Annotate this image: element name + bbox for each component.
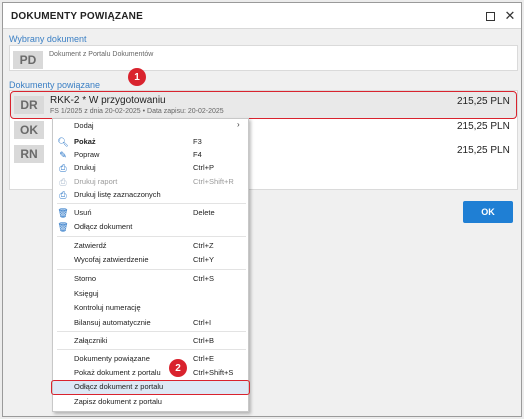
callout-badge: 2 <box>169 359 187 377</box>
maximize-icon <box>485 11 495 21</box>
menu-item[interactable]: Zatwierdź Ctrl+Z <box>53 240 248 253</box>
document-type-badge[interactable]: OK <box>14 121 44 139</box>
menu-item-shortcut: Ctrl+Z <box>193 241 214 250</box>
menu-item[interactable]: 🔍︎ Pokaż F3 <box>53 136 248 149</box>
document-type-badge: DR <box>14 96 44 114</box>
menu-item-label: Usuń <box>74 208 92 217</box>
search-icon: 🔍︎ <box>57 136 69 147</box>
selected-document-panel[interactable]: PD Dokument z Portalu Dokumentów <box>9 45 518 71</box>
selected-document-label: Wybrany dokument <box>9 34 87 44</box>
menu-item-shortcut: Ctrl+Shift+S <box>193 368 234 377</box>
menu-item[interactable]: Zapisz dokument z portalu <box>53 396 248 409</box>
menu-item-shortcut: Ctrl+B <box>193 336 215 345</box>
menu-item[interactable]: ⎙ Drukuj Ctrl+P <box>53 162 248 175</box>
menu-item-shortcut: F3 <box>193 137 202 146</box>
menu-item-label: Księguj <box>74 289 99 298</box>
menu-item-shortcut: F4 <box>193 150 202 159</box>
highlight-frame <box>51 380 250 395</box>
menu-item[interactable]: Dokumenty powiązane Ctrl+E <box>53 353 248 366</box>
menu-item-shortcut: Ctrl+E <box>193 354 215 363</box>
close-icon: ✕ <box>504 8 516 23</box>
menu-item[interactable]: Księguj <box>53 288 248 301</box>
close-button[interactable]: ✕ <box>502 8 518 24</box>
menu-item[interactable]: Pokaż dokument z portalu Ctrl+Shift+S <box>53 367 248 380</box>
menu-item: ⎙ Drukuj raport Ctrl+Shift+R <box>53 176 248 189</box>
menu-item-label: Załączniki <box>74 336 108 345</box>
selected-document-text: Dokument z Portalu Dokumentów <box>49 51 154 58</box>
menu-separator <box>57 203 246 204</box>
menu-item-label: Drukuj listę zaznaczonych <box>74 190 161 199</box>
menu-item[interactable]: ⎙ Drukuj listę zaznaczonych <box>53 189 248 202</box>
menu-separator <box>57 331 246 332</box>
document-amount: 215,25 PLN <box>457 145 510 156</box>
menu-item-label: Drukuj raport <box>74 177 118 186</box>
printer-icon: ⎙ <box>59 162 67 173</box>
maximize-button[interactable] <box>482 8 498 24</box>
menu-separator <box>57 236 246 237</box>
menu-item[interactable]: 🗑︎ Odłącz dokument <box>53 221 248 234</box>
menu-item[interactable]: Kontroluj numerację <box>53 302 248 315</box>
menu-item[interactable]: Storno Ctrl+S <box>53 273 248 286</box>
menu-item-shortcut: Ctrl+P <box>193 163 215 172</box>
menu-item[interactable]: Dodaj › <box>53 120 248 133</box>
menu-item-label: Zatwierdź <box>74 241 107 250</box>
menu-item-label: Pokaż dokument z portalu <box>74 368 161 377</box>
menu-item[interactable]: Załączniki Ctrl+B <box>53 335 248 348</box>
trash-icon: 🗑︎ <box>57 207 69 218</box>
ok-button[interactable]: OK <box>463 201 513 223</box>
menu-separator <box>57 349 246 350</box>
menu-item-label: Drukuj <box>74 163 96 172</box>
menu-item-label: Storno <box>74 274 97 283</box>
menu-item[interactable]: 🗑︎ Usuń Delete <box>53 207 248 220</box>
dialog-title: DOKUMENTY POWIĄZANE <box>11 11 143 22</box>
callout-badge: 1 <box>128 68 146 86</box>
menu-item[interactable]: ✎ Popraw F4 <box>53 149 248 162</box>
menu-item-shortcut: Delete <box>193 208 215 217</box>
document-amount: 215,25 PLN <box>457 96 510 107</box>
printer-icon: ⎙ <box>59 176 67 187</box>
menu-separator <box>57 269 246 270</box>
context-menu: Dodaj › 🔍︎ Pokaż F3 ✎ Popraw F4 ⎙ Drukuj Ctrl+P ⎙ Dr… <box>52 118 249 412</box>
menu-item-label: Popraw <box>74 150 100 159</box>
chevron-right-icon: › <box>237 120 240 129</box>
trash-icon: 🗑︎ <box>57 221 69 232</box>
menu-item-shortcut: Ctrl+S <box>193 274 215 283</box>
menu-item-label: Wycofaj zatwierdzenie <box>74 255 149 264</box>
document-amount: 215,25 PLN <box>457 121 510 132</box>
menu-item-label: Pokaż <box>74 137 96 146</box>
menu-item-label: Bilansuj automatycznie <box>74 318 151 327</box>
printer-icon: ⎙ <box>59 189 67 200</box>
menu-item-label: Dokumenty powiązane <box>74 354 150 363</box>
document-type-badge[interactable]: RN <box>14 145 44 163</box>
menu-item-label: Odłącz dokument <box>74 222 133 231</box>
document-type-badge: PD <box>13 51 43 69</box>
menu-item-label: Zapisz dokument z portalu <box>74 397 162 406</box>
menu-item[interactable]: Wycofaj zatwierdzenie Ctrl+Y <box>53 254 248 267</box>
related-documents-label: Dokumenty powiązane <box>9 80 101 90</box>
menu-item-shortcut: Ctrl+I <box>193 318 212 327</box>
title-bar: DOKUMENTY POWIĄZANE ✕ <box>3 3 521 29</box>
menu-item-shortcut: Ctrl+Shift+R <box>193 177 234 186</box>
menu-item-shortcut: Ctrl+Y <box>193 255 215 264</box>
document-title: RKK-2 * W przygotowaniu <box>50 95 166 106</box>
menu-item-label: Kontroluj numerację <box>74 303 141 312</box>
pencil-icon: ✎ <box>59 149 67 160</box>
menu-item[interactable]: Bilansuj automatycznie Ctrl+I <box>53 317 248 330</box>
document-subtitle: FS 1/2025 z dnia 20-02-2025 • Data zapis… <box>50 108 224 115</box>
menu-item-label: Dodaj <box>74 121 94 130</box>
